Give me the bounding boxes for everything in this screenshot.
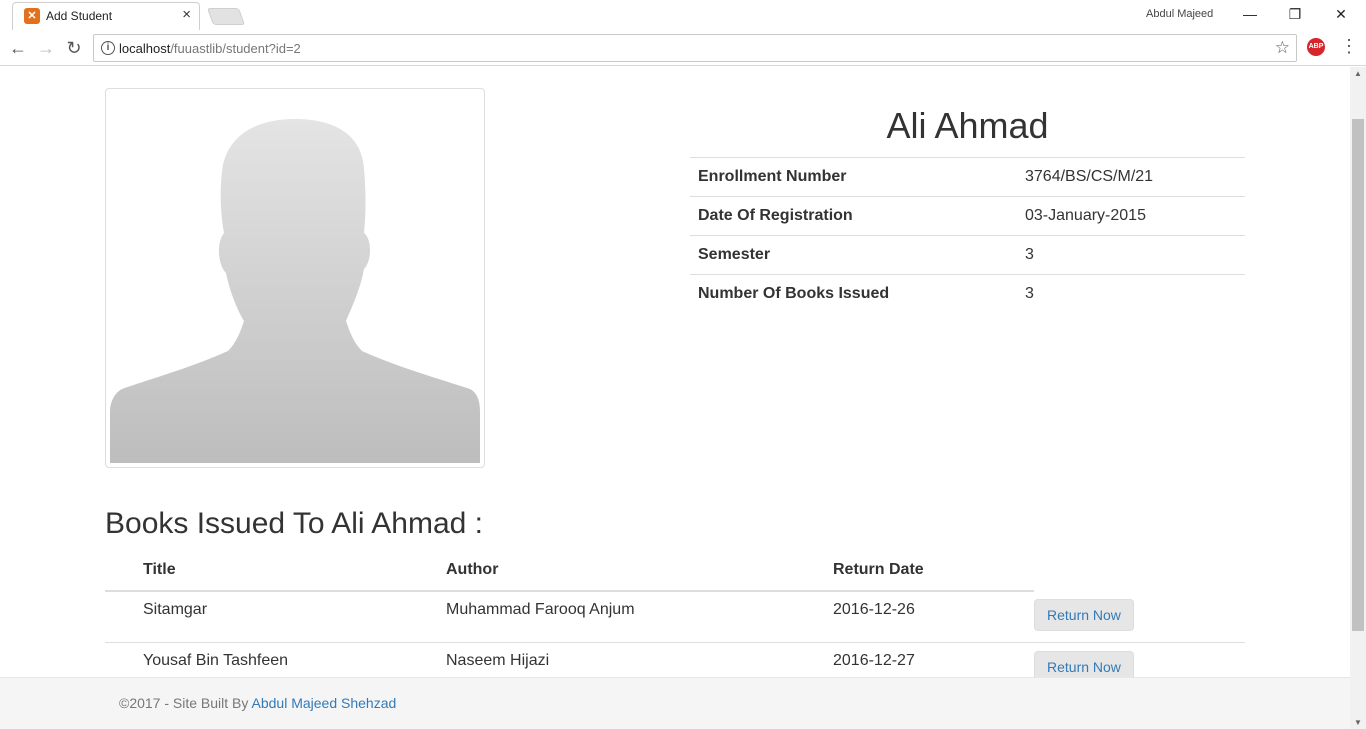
adblock-icon[interactable]: ABP <box>1307 38 1325 56</box>
profile-name[interactable]: Abdul Majeed <box>1146 8 1213 20</box>
book-title: Sitamgar <box>105 591 446 643</box>
book-return-date: 2016-12-26 <box>833 591 1034 643</box>
url-text[interactable]: localhost/fuuastlib/student?id=2 <box>119 41 301 56</box>
book-author: Muhammad Farooq Anjum <box>446 591 833 643</box>
detail-label: Number Of Books Issued <box>690 274 1017 314</box>
issued-books-table: Title Author Return Date Sitamgar Muhamm… <box>105 551 1245 694</box>
tab-title: Add Student <box>46 9 113 23</box>
table-row: Semester 3 <box>690 235 1245 275</box>
new-tab-button[interactable] <box>206 8 246 25</box>
close-window-icon[interactable]: ✕ <box>1326 4 1356 24</box>
student-details-table: Enrollment Number 3764/BS/CS/M/21 Date O… <box>690 157 1245 314</box>
column-header-title: Title <box>105 551 446 592</box>
back-icon[interactable]: ← <box>7 37 29 59</box>
author-link[interactable]: Abdul Majeed Shehzad <box>252 695 397 711</box>
table-row: Date Of Registration 03-January-2015 <box>690 196 1245 236</box>
page-viewport: Ali Ahmad Enrollment Number 3764/BS/CS/M… <box>0 67 1350 729</box>
book-action-cell: Return Now <box>1034 591 1245 643</box>
detail-value: 3 <box>1017 274 1245 314</box>
student-photo <box>105 88 485 468</box>
footer-text: ©2017 - Site Built By Abdul Majeed Shehz… <box>119 695 397 711</box>
table-row: Enrollment Number 3764/BS/CS/M/21 <box>690 157 1245 197</box>
minimize-icon[interactable]: — <box>1235 4 1265 24</box>
column-header-return-date: Return Date <box>833 551 1034 592</box>
scroll-up-arrow-icon[interactable]: ▲ <box>1354 69 1362 78</box>
table-header-row: Title Author Return Date <box>105 551 1245 592</box>
scrollbar-thumb[interactable] <box>1352 119 1364 631</box>
column-header-action <box>1034 551 1245 591</box>
page-footer: ©2017 - Site Built By Abdul Majeed Shehz… <box>0 677 1350 729</box>
detail-value: 03-January-2015 <box>1017 196 1245 236</box>
browser-tab[interactable]: ✕ Add Student × <box>12 2 200 30</box>
vertical-scrollbar[interactable]: ▲ ▼ <box>1350 67 1366 729</box>
browser-titlebar: ✕ Add Student × Abdul Majeed — ❐ ✕ <box>0 0 1366 30</box>
info-icon[interactable]: i <box>101 41 115 55</box>
return-now-button[interactable]: Return Now <box>1034 599 1134 631</box>
close-tab-icon[interactable]: × <box>182 7 191 23</box>
detail-label: Semester <box>690 235 1017 275</box>
detail-label: Date Of Registration <box>690 196 1017 236</box>
detail-label: Enrollment Number <box>690 157 1017 197</box>
books-heading: Books Issued To Ali Ahmad : <box>105 507 484 540</box>
student-name: Ali Ahmad <box>886 105 1049 146</box>
avatar-placeholder-icon <box>110 93 480 463</box>
detail-value: 3764/BS/CS/M/21 <box>1017 157 1245 197</box>
column-header-author: Author <box>446 551 833 592</box>
xampp-icon: ✕ <box>24 8 40 24</box>
menu-icon[interactable]: ⋮ <box>1340 36 1358 57</box>
browser-toolbar: ← → ↻ i localhost/fuuastlib/student?id=2… <box>0 30 1366 66</box>
scroll-down-arrow-icon[interactable]: ▼ <box>1354 718 1362 727</box>
restore-icon[interactable]: ❐ <box>1280 4 1310 24</box>
forward-icon[interactable]: → <box>35 37 57 59</box>
address-bar[interactable]: i localhost/fuuastlib/student?id=2 ☆ <box>93 34 1297 62</box>
reload-icon[interactable]: ↻ <box>63 37 85 59</box>
star-icon[interactable]: ☆ <box>1275 38 1290 58</box>
detail-value: 3 <box>1017 235 1245 275</box>
table-row: Number Of Books Issued 3 <box>690 274 1245 314</box>
table-row: Sitamgar Muhammad Farooq Anjum 2016-12-2… <box>105 591 1245 643</box>
